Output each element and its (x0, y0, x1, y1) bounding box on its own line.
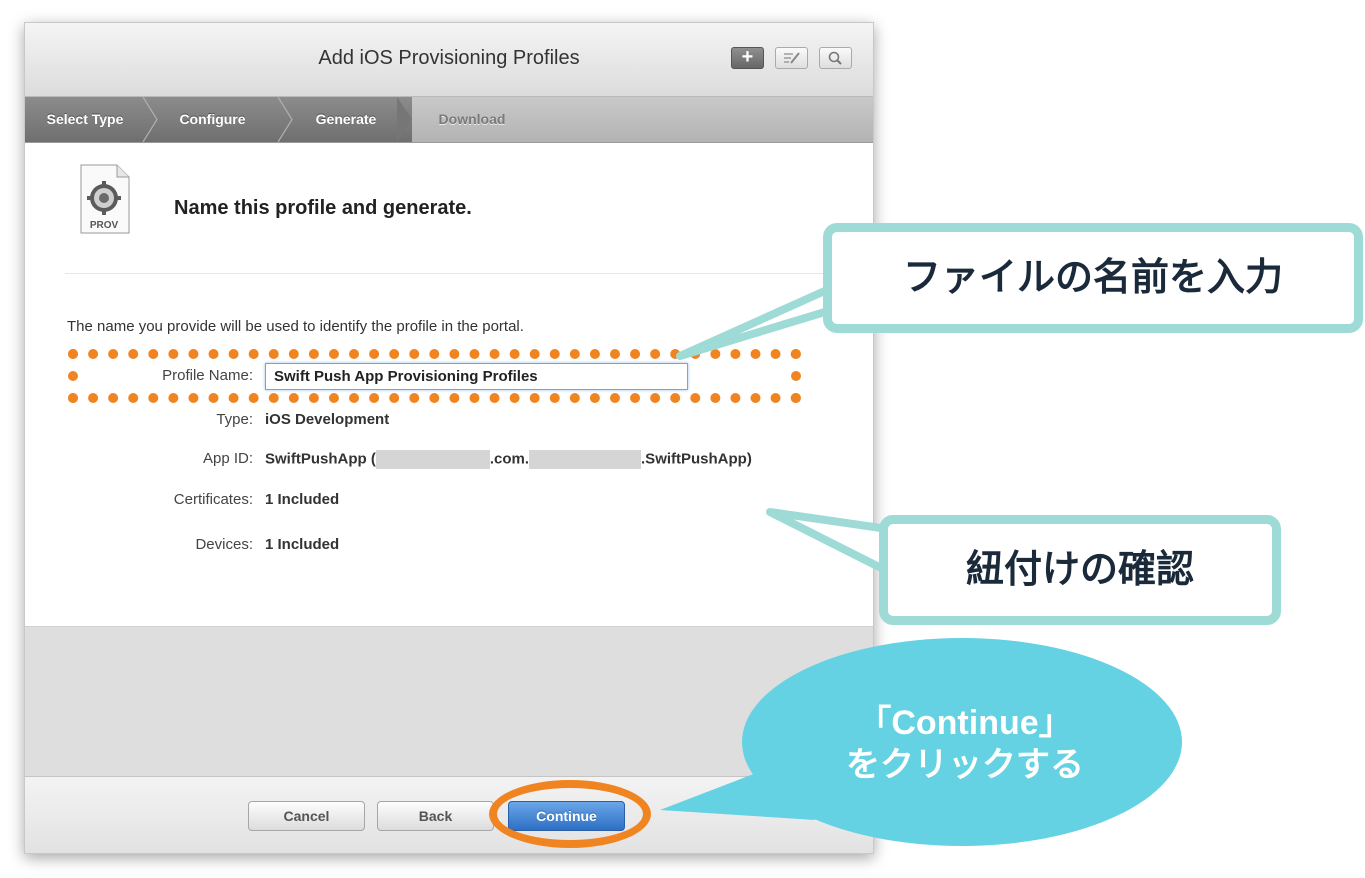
callout-confirm-links: 紐付けの確認 (879, 515, 1281, 625)
callout-enter-name: ファイルの名前を入力 (823, 223, 1363, 333)
bubble-click-continue: 「Continue」 をクリックする (780, 702, 1150, 786)
bubble-line-2: をクリックする (846, 746, 1084, 784)
callout-pointers (660, 281, 1182, 846)
continue-highlight-ring (489, 780, 651, 848)
bubble-line-1: 「Continue」 (857, 704, 1073, 742)
